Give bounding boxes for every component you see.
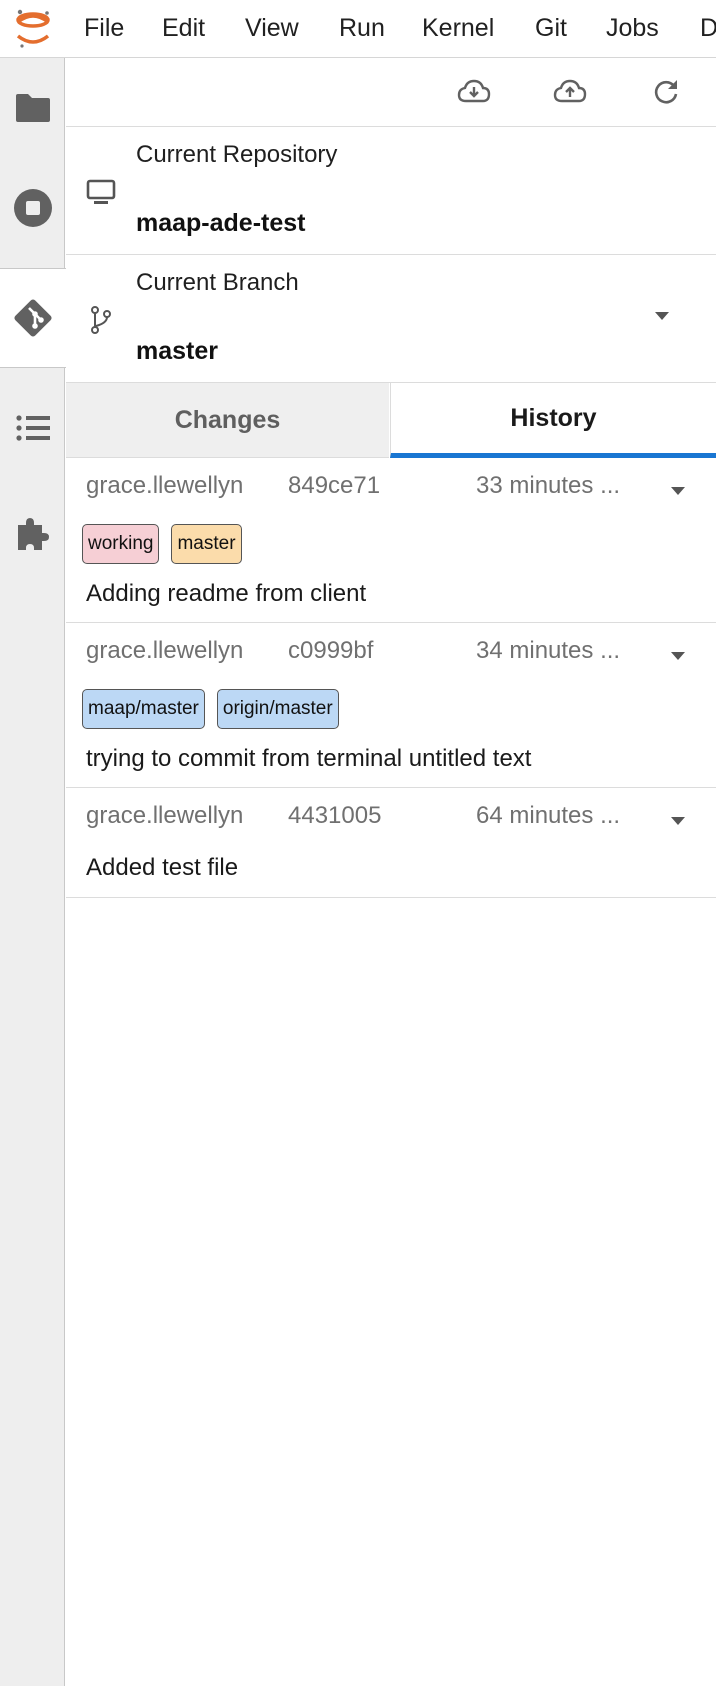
menu-git[interactable]: Git [535,14,567,43]
commit-message: trying to commit from terminal untitled … [86,745,532,772]
commit-hash: 849ce71 [288,472,381,499]
commit-row[interactable]: grace.llewellyn 4431005 64 minutes ... A… [66,788,716,898]
refresh-icon [654,80,678,104]
chevron-down-icon[interactable] [654,311,670,321]
push-button[interactable] [550,74,590,110]
table-of-contents-tab[interactable] [0,378,65,478]
git-panel: Current Repository maap-ade-test Current… [66,58,716,1686]
menu-file[interactable]: File [84,14,124,43]
menu-run[interactable]: Run [339,14,385,43]
chevron-down-icon[interactable] [670,651,686,661]
commit-message: Added test file [86,854,239,881]
menu-overflow[interactable]: D [700,14,716,43]
menu-jobs[interactable]: Jobs [606,14,659,43]
commit-author: grace.llewellyn [86,637,244,664]
file-browser-tab[interactable] [0,58,65,158]
commit-time: 33 minutes ... [476,472,621,499]
stop-circle-icon [13,189,52,227]
left-activity-bar [0,58,66,1686]
commit-row[interactable]: grace.llewellyn c0999bf 34 minutes ... m… [66,623,716,788]
current-repository-name: maap-ade-test [136,209,306,237]
tab-changes[interactable]: Changes [66,383,389,458]
computer-icon [86,179,116,204]
current-repository-label: Current Repository [136,141,338,168]
commit-hash: 4431005 [288,802,382,829]
tag-origin-master: origin/master [216,689,339,729]
commit-author: grace.llewellyn [86,802,244,829]
tag-maap-master: maap/master [82,689,205,729]
commit-row[interactable]: grace.llewellyn 849ce71 33 minutes ... w… [66,458,716,623]
tag-master: master [171,524,242,564]
chevron-down-icon[interactable] [670,816,686,826]
commit-message: Adding readme from client [86,580,367,607]
running-sessions-tab[interactable] [0,158,65,258]
current-branch-name: master [136,337,218,365]
git-tab[interactable] [0,268,66,368]
commit-tags: working master [82,524,242,564]
git-toolbar [66,58,716,127]
current-repository-section: Current Repository maap-ade-test [66,127,716,255]
menu-bar: File Edit View Run Kernel Git Jobs D [0,0,716,58]
menu-kernel[interactable]: Kernel [422,14,494,43]
extensions-tab[interactable] [0,484,65,584]
list-icon [15,415,50,441]
jupyter-logo-icon[interactable] [12,6,56,50]
commit-time: 34 minutes ... [476,637,621,664]
refresh-button[interactable] [646,74,686,110]
git-tabs: Changes History [66,383,716,458]
menu-edit[interactable]: Edit [162,14,205,43]
commit-author: grace.llewellyn [86,472,244,499]
branch-icon [91,306,111,334]
puzzle-icon [17,518,49,550]
tab-history[interactable]: History [390,383,716,458]
commit-tags: maap/master origin/master [82,689,339,729]
chevron-down-icon[interactable] [670,486,686,496]
menu-view[interactable]: View [245,14,299,43]
commit-time: 64 minutes ... [476,802,621,829]
tag-working: working [82,524,160,564]
commit-hash: c0999bf [288,637,374,664]
pull-icon [457,79,491,103]
push-icon [553,79,587,103]
folder-icon [15,94,50,122]
git-icon [14,299,52,337]
current-branch-label: Current Branch [136,269,299,296]
pull-button[interactable] [454,74,494,110]
current-branch-section[interactable]: Current Branch master [66,255,716,383]
